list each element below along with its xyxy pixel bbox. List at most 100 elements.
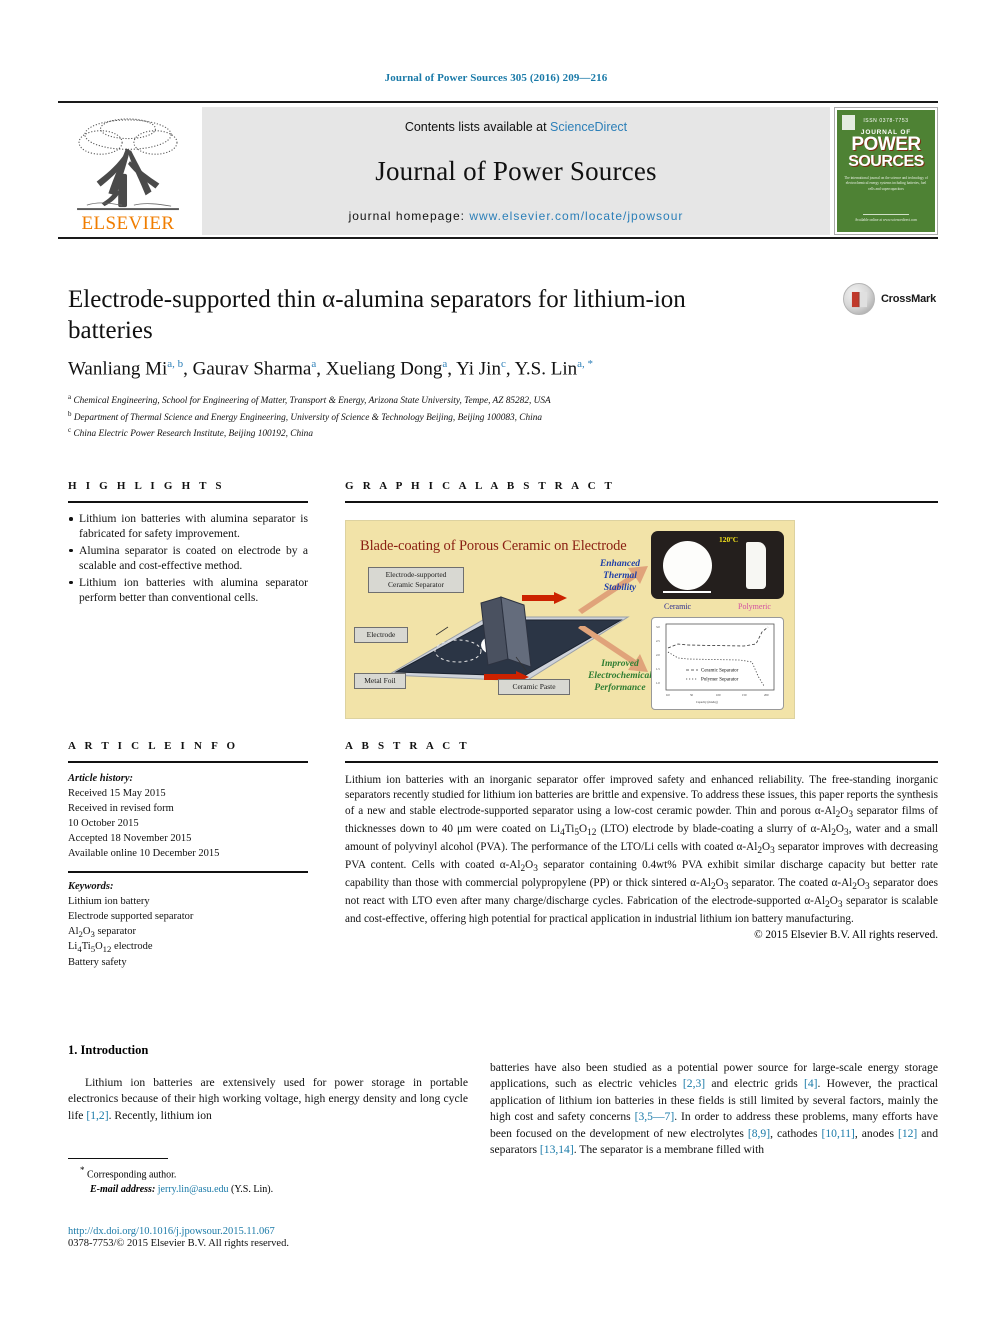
crossmark-badge[interactable]: CrossMark [842,283,936,315]
ga-arrow-top-icon [522,592,567,604]
introduction-paragraph-left: Lithium ion batteries are extensively us… [68,1076,468,1122]
homepage-url-link[interactable]: www.elsevier.com/locate/jpowsour [469,209,683,223]
author-list: Wanliang Mia, b, Gaurav Sharmaa, Xuelian… [68,358,594,380]
svg-text:200: 200 [764,693,769,697]
ga-thermal-photo [651,531,784,599]
keywords-label: Keywords: [68,881,114,893]
list-item: Lithium ion batteries with alumina separ… [68,575,308,606]
article-history-item: Received 15 May 2015 [68,787,166,799]
journal-masthead: ELSEVIER Contents lists available at Sci… [58,101,938,239]
journal-cover-thumbnail[interactable]: ISSN 0378-7753 JOURNAL OF POWER SOURCES … [834,107,938,235]
article-info-heading: A R T I C L E I N F O [68,740,239,752]
body-column-left: Lithium ion batteries are extensively us… [68,1075,468,1124]
ga-figure-title: Blade-coating of Porous Ceramic on Elect… [360,538,627,554]
svg-text:100: 100 [716,693,721,697]
corresponding-author-note: * Corresponding author. E-mail address: … [68,1164,468,1197]
elsevier-logo: ELSEVIER [58,107,198,235]
footnote-rule [68,1158,168,1159]
article-history-item: 10 October 2015 [68,817,139,829]
highlights-heading: H I G H L I G H T S [68,480,225,492]
graphical-abstract-rule [345,501,938,503]
ga-inset-chart: 3.0 2.5 2.0 1.5 1.0 0.0 50 100 150 200 Capacit… [651,617,784,710]
issn-copyright: 0378-7753/© 2015 Elsevier B.V. All right… [68,1238,289,1249]
email-link[interactable]: jerry.lin@asu.edu [158,1184,229,1195]
graphical-abstract-heading: G R A P H I C A L A B S T R A C T [345,480,616,492]
masthead-center-panel: Contents lists available at ScienceDirec… [202,107,830,235]
email-owner: (Y.S. Lin). [231,1183,274,1195]
author-affil-marks: a, * [577,358,594,370]
affiliation-list: a Chemical Engineering, School for Engin… [68,392,918,442]
ga-photo-caption-polymeric: Polymeric [738,602,771,611]
affiliation-text: China Electric Power Research Institute,… [73,429,313,440]
cover-power-word: POWER [851,134,921,155]
ga-photo-temperature-label: 120ºC [719,535,739,544]
contents-prefix: Contents lists available at [404,120,551,134]
introduction-paragraph-right: batteries have also been studied as a po… [490,1061,939,1157]
author-affil-marks: a [311,358,317,370]
article-info-rule [68,761,308,763]
email-label: E-mail address: [90,1183,156,1195]
abstract-heading: A B S T R A C T [345,740,470,752]
affiliation-text: Chemical Engineering, School for Enginee… [73,396,551,407]
homepage-prefix: journal homepage: [348,209,470,223]
elsevier-tree-icon [77,118,179,211]
ga-label-text: Ceramic Paste [512,682,556,691]
affiliation-item: b Department of Thermal Science and Ener… [68,409,918,426]
cover-bottom-text: Available online at www.sciencedirect.co… [837,214,935,224]
footnote-block: * Corresponding author. E-mail address: … [68,1158,468,1197]
cover-sources-word: SOURCES [848,153,924,171]
keyword-item: Battery safety [68,956,127,968]
journal-homepage-line: journal homepage: www.elsevier.com/locat… [349,209,684,223]
ga-photo-caption-ceramic: Ceramic [664,602,692,611]
list-item: Alumina separator is coated on electrode… [68,543,308,574]
cover-elsevier-mark-icon [842,115,855,130]
doi-block: http://dx.doi.org/10.1016/j.jpowsour.201… [68,1226,488,1249]
list-item: Lithium ion batteries with alumina separ… [68,511,308,542]
highlights-section: H I G H L I G H T S Lithium ion batterie… [68,480,308,606]
ga-chart-legend-ceramic: Ceramic Separator [701,669,739,674]
ga-photo-ceramic-disc [663,541,712,590]
keyword-item: Li4Ti5O12 electrode [68,941,153,955]
ga-label-thermal-stability: Enhanced Thermal Stability [584,559,656,595]
graphical-abstract-figure: Blade-coating of Porous Ceramic on Elect… [345,520,795,719]
article-info-section: A R T I C L E I N F O Article history: R… [68,740,308,971]
ga-label-ceramic-paste: Ceramic Paste [498,679,570,696]
abstract-copyright: © 2015 Elsevier B.V. All rights reserved… [754,929,938,942]
svg-text:150: 150 [742,693,747,697]
contents-available-line: Contents lists available at ScienceDirec… [405,120,627,134]
author-name: Yi Jin [456,358,501,380]
affiliation-mark: a [68,393,72,401]
masthead-top-rule [58,101,938,103]
cover-issn-label: ISSN 0378-7753 [863,118,909,124]
ga-inset-chart-svg: 3.0 2.5 2.0 1.5 1.0 0.0 50 100 150 200 Capacit… [656,623,775,704]
author-name: Wanliang Mi [68,358,168,380]
graphical-abstract-section: G R A P H I C A L A B S T R A C T Blade-… [345,480,938,719]
svg-text:2.5: 2.5 [656,639,660,643]
asterisk-icon: * [80,1165,85,1175]
article-history-label: Article history: [68,773,134,784]
paper-page: Journal of Power Sources 305 (2016) 209—… [0,0,992,1323]
article-history-item: Available online 10 December 2015 [68,847,220,859]
affiliation-text: Department of Thermal Science and Energy… [73,412,543,423]
abstract-section: A B S T R A C T Lithium ion batteries wi… [345,740,938,941]
ga-label-text: Electrode-supported Ceramic Separator [385,570,447,590]
svg-text:Capacity (mAh/g): Capacity (mAh/g) [696,700,718,704]
ga-photo-polymer-strip [746,542,766,589]
ga-label-ceramic-separator: Electrode-supported Ceramic Separator [368,567,464,594]
author-name: Xueliang Dong [325,358,443,380]
svg-text:50: 50 [690,693,694,697]
ga-label-electrode: Electrode [354,627,408,644]
running-head: Journal of Power Sources 305 (2016) 209—… [384,72,608,84]
ga-label-text: Metal Foil [364,676,396,685]
cover-bottom-label: Available online at www.sciencedirect.co… [854,218,918,223]
highlights-list: Lithium ion batteries with alumina separ… [68,511,308,605]
cover-blurb-text: The international journal on the science… [844,176,928,191]
introduction-heading: 1. Introduction [68,1043,149,1057]
article-history-item: Accepted 18 November 2015 [68,832,192,844]
sciencedirect-link[interactable]: ScienceDirect [550,120,627,134]
doi-link[interactable]: http://dx.doi.org/10.1016/j.jpowsour.201… [68,1226,488,1237]
ga-label-text: Electrode [366,630,396,639]
article-info-divider [68,871,308,874]
elsevier-wordmark: ELSEVIER [81,213,175,234]
corresponding-author-label: Corresponding author. [87,1169,177,1181]
